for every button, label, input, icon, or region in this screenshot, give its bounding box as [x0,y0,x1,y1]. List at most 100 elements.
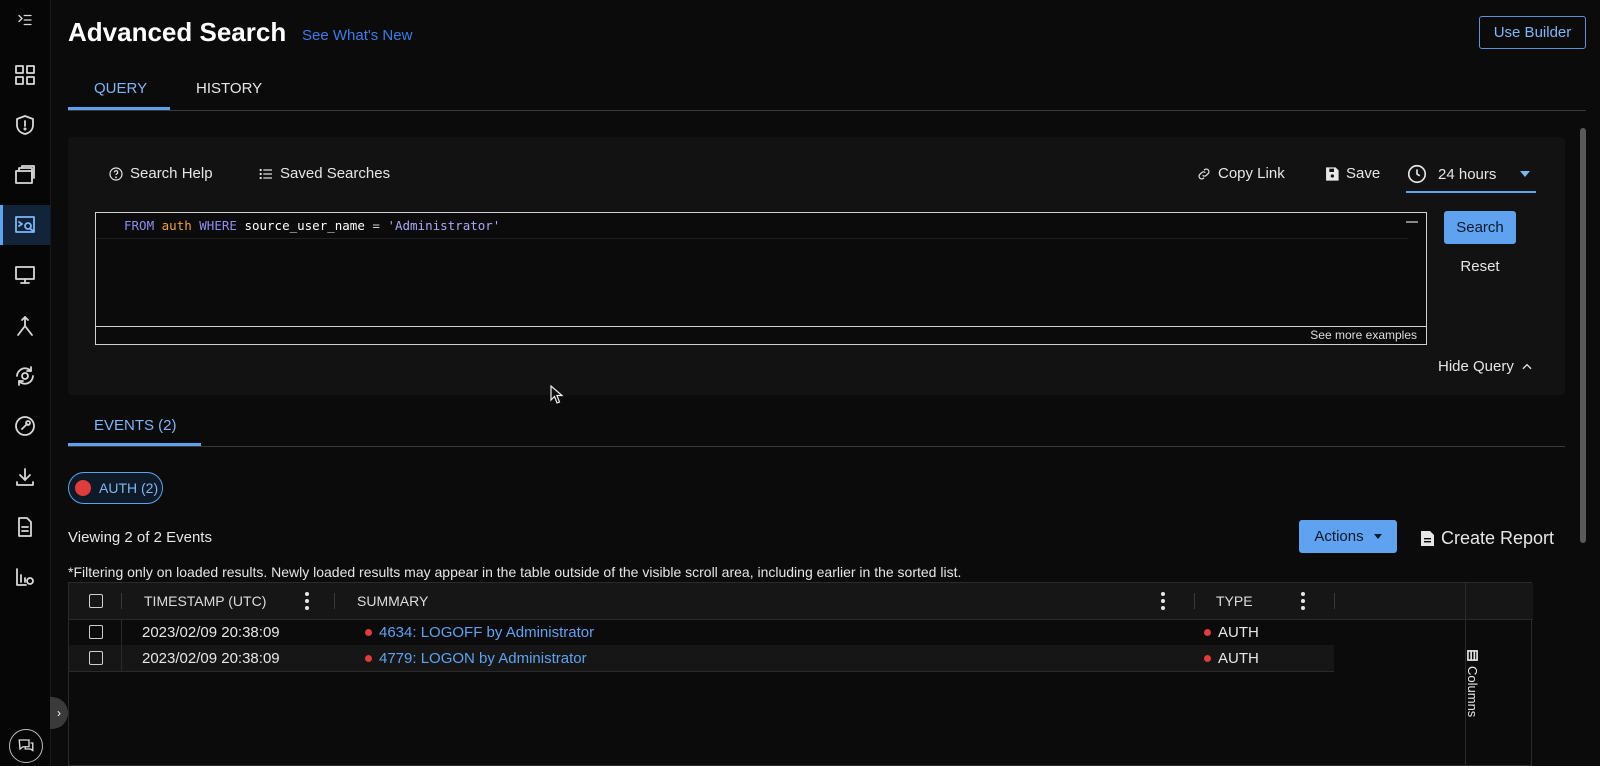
type-column-menu-icon[interactable] [1301,592,1305,610]
query-token-table: auth [161,218,192,233]
link-icon [1198,168,1210,179]
merge-icon[interactable] [0,306,50,346]
query-token-space [154,218,162,233]
timestamp-column-menu-icon[interactable] [305,592,309,610]
query-line[interactable]: FROM auth WHERE source_user_name = 'Admi… [96,213,1408,239]
hide-query-button[interactable]: Hide Query [1438,358,1534,375]
row-type: AUTH [1218,650,1259,667]
column-header-timestamp[interactable]: TIMESTAMP (UTC) [144,593,266,609]
create-report-label: Create Report [1441,528,1555,548]
save-label: Save [1346,165,1381,182]
column-divider [121,593,122,609]
severity-dot [365,629,372,636]
download-icon[interactable] [0,457,50,497]
query-token-string: 'Administrator' [387,218,501,233]
collapse-menu-icon[interactable] [0,0,50,40]
row-summary-link[interactable]: 4634: LOGOFF by Administrator [379,624,594,641]
tab-history[interactable]: HISTORY [196,80,262,97]
filter-note: *Filtering only on loaded results. Newly… [68,564,962,580]
time-range-value: 24 hours [1438,165,1497,183]
table-row[interactable]: 2023/02/09 20:38:09 4779: LOGON by Admin… [69,645,1334,672]
query-token-keyword: WHERE [199,218,237,233]
automation-icon[interactable] [0,356,50,396]
page-scrollbar[interactable] [1580,128,1586,543]
column-header-summary[interactable]: SUMMARY [357,593,428,609]
mouse-cursor-icon [550,385,564,404]
hide-query-label: Hide Query [1438,358,1514,375]
create-report-button[interactable]: Create Report [1420,528,1554,549]
column-divider [1334,593,1335,609]
query-token-field: source_user_name [244,218,365,233]
events-tabs: EVENTS (2) [68,405,1565,447]
tab-events[interactable]: EVENTS (2) [94,417,177,434]
summary-column-menu-icon[interactable] [1161,592,1165,610]
sidebar-expand-button[interactable]: › [50,697,68,729]
query-editor[interactable]: FROM auth WHERE source_user_name = 'Admi… [95,212,1427,345]
columns-toggle-button[interactable]: Columns [1465,650,1480,717]
active-tab-indicator [68,107,170,110]
reset-button[interactable]: Reset [1444,255,1516,277]
tab-query[interactable]: QUERY [94,80,147,97]
editor-scrollbar[interactable] [1406,221,1418,223]
caret-down-icon [1373,534,1382,539]
list-icon [259,168,272,179]
severity-dot [365,655,372,662]
copy-link-button[interactable]: Copy Link [1196,165,1285,182]
column-divider [334,593,335,609]
query-token-operator: = [364,218,388,233]
auth-color-dot [75,480,91,496]
select-all-checkbox[interactable] [89,594,103,608]
whats-new-link[interactable]: See What's New [302,27,412,44]
viewing-count: Viewing 2 of 2 Events [68,529,212,546]
column-header-type[interactable]: TYPE [1216,593,1253,609]
main-tabs: QUERY HISTORY [68,70,1586,111]
briefcase-icon[interactable] [0,155,50,195]
type-dot [1204,655,1211,662]
events-tab-indicator [68,443,201,446]
saved-searches-button[interactable]: Saved Searches [258,165,390,182]
columns-icon [1467,650,1478,661]
search-help-label: Search Help [130,165,213,182]
actions-label: Actions [1314,528,1364,545]
table-header: TIMESTAMP (UTC) SUMMARY TYPE [69,583,1533,620]
tools-icon[interactable] [0,406,50,446]
column-divider [1194,593,1195,609]
type-dot [1204,629,1211,636]
shield-icon[interactable] [0,105,50,145]
table-row[interactable]: 2023/02/09 20:38:09 4634: LOGOFF by Admi… [69,619,1334,646]
time-range-select[interactable]: 24 hours [1406,157,1536,193]
search-help-button[interactable]: Search Help [108,165,213,182]
settings-report-icon[interactable] [0,557,50,597]
monitor-icon[interactable] [0,255,50,295]
chevron-up-icon [1522,363,1532,369]
row-type: AUTH [1218,624,1259,641]
saved-searches-label: Saved Searches [280,165,391,182]
save-button[interactable]: Save [1324,165,1380,182]
events-table: TIMESTAMP (UTC) SUMMARY TYPE 2023/02/09 … [68,582,1533,766]
auth-chip-label: AUTH (2) [99,480,159,496]
page-title: Advanced Search [68,17,287,47]
report-icon [1421,531,1434,546]
row-divider [121,645,122,671]
caret-down-icon [1520,171,1531,177]
see-more-examples-link[interactable]: See more examples [96,326,1426,344]
document-icon[interactable] [0,507,50,547]
use-builder-button[interactable]: Use Builder [1479,16,1586,49]
sidebar [0,0,51,766]
log-search-icon[interactable] [0,205,50,245]
actions-button[interactable]: Actions [1299,520,1397,553]
clock-icon [1407,164,1427,184]
row-divider [121,619,122,645]
dashboard-icon[interactable] [0,55,50,95]
copy-link-label: Copy Link [1218,165,1285,182]
save-icon [1326,166,1339,181]
row-checkbox[interactable] [89,625,103,639]
chat-icon[interactable] [9,729,43,763]
row-summary-link[interactable]: 4779: LOGON by Administrator [379,650,587,667]
query-panel: Search Help Saved Searches Copy Link Sav… [68,137,1565,395]
columns-label: Columns [1465,666,1480,718]
row-checkbox[interactable] [89,651,103,665]
search-button[interactable]: Search [1444,211,1516,244]
query-token-keyword: FROM [124,218,155,233]
auth-filter-chip[interactable]: AUTH (2) [68,472,163,504]
